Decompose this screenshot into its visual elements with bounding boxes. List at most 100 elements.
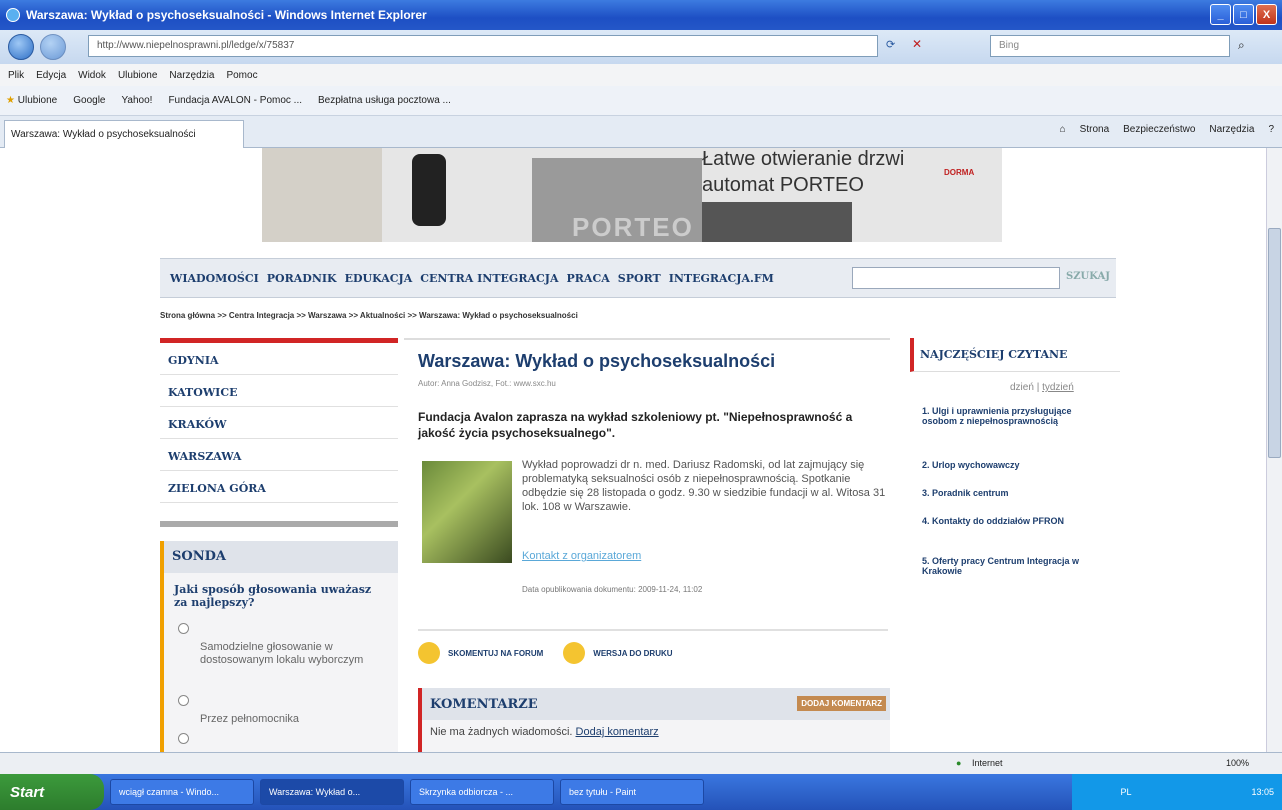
command-security[interactable]: Bezpieczeństwo xyxy=(1123,124,1195,135)
print-version-link[interactable]: WERSJA DO DRUKU xyxy=(593,649,672,658)
home-icon[interactable]: ⌂ xyxy=(1060,124,1066,135)
favorite-mail[interactable]: Bezpłatna usługa pocztowa ... xyxy=(318,95,451,106)
favorite-avalon[interactable]: Fundacja AVALON - Pomoc ... xyxy=(168,95,302,106)
popular-item-5[interactable]: 5. Oferty pracy Centrum Integracja w Kra… xyxy=(922,556,1102,576)
popular-box: NAJCZĘŚCIEJ CZYTANE xyxy=(910,338,1120,372)
city-menu-divider xyxy=(160,521,398,527)
print-icon xyxy=(563,642,586,664)
menu-view[interactable]: Widok xyxy=(78,70,106,81)
favorite-google[interactable]: Google xyxy=(73,95,105,106)
city-katowice[interactable]: KATOWICE xyxy=(160,375,398,407)
nav-praca[interactable]: PRACA xyxy=(565,272,612,285)
zone-label: Internet xyxy=(972,758,1003,768)
menu-tools[interactable]: Narzędzia xyxy=(169,70,214,81)
popular-title: NAJCZĘŚCIEJ CZYTANE xyxy=(910,338,1120,372)
tab-article[interactable]: Warszawa: Wykład o psychoseksualności xyxy=(4,120,244,148)
site-search-button[interactable]: SZUKAJ xyxy=(1066,271,1110,282)
command-tools[interactable]: Narzędzia xyxy=(1209,124,1254,135)
poll-option-2-label: Przez pełnomocnika xyxy=(200,713,300,725)
popular-item-1[interactable]: 1. Ulgi i uprawnienia przysługujące osob… xyxy=(922,406,1102,426)
back-button[interactable] xyxy=(8,34,34,60)
zoom-level[interactable]: 100% xyxy=(1226,758,1249,768)
favorites-button[interactable]: ★ Ulubione xyxy=(6,95,57,106)
no-comments-text: Nie ma żadnych wiadomości. Dodaj komenta… xyxy=(430,726,659,738)
popular-item-2[interactable]: 2. Urlop wychowawczy xyxy=(922,460,1102,470)
taskbar-item-1[interactable]: wciągł czamna - Windo... xyxy=(110,779,254,805)
breadcrumb[interactable]: Strona główna >> Centra Integracja >> Wa… xyxy=(160,311,578,320)
status-bar: ● Internet 100% xyxy=(0,752,1282,774)
city-zielona-gora[interactable]: ZIELONA GÓRA xyxy=(160,471,398,503)
nav-poradnik[interactable]: PORADNIK xyxy=(265,272,339,285)
banner-porteo-image: PORTEO xyxy=(532,158,702,242)
address-toolbar: http://www.niepelnosprawni.pl/ledge/x/75… xyxy=(0,30,1282,64)
article-lead: Fundacja Avalon zaprasza na wykład szkol… xyxy=(418,410,853,440)
article-photo xyxy=(422,461,512,563)
refresh-icon[interactable]: ⟳ xyxy=(886,38,895,51)
main-nav: WIADOMOŚCI PORADNIK EDUKACJA CENTRA INTE… xyxy=(160,258,1116,298)
favorite-yahoo[interactable]: Yahoo! xyxy=(121,95,152,106)
address-bar[interactable]: http://www.niepelnosprawni.pl/ledge/x/75… xyxy=(88,35,878,57)
poll-option-3-radio[interactable] xyxy=(178,733,189,744)
forward-button[interactable] xyxy=(40,34,66,60)
city-krakow[interactable]: KRAKÓW xyxy=(160,407,398,439)
vertical-scrollbar[interactable] xyxy=(1266,148,1282,752)
page-content: PORTEO Łatwe otwieranie drzwi automat PO… xyxy=(0,148,1266,752)
search-icon[interactable]: ⌕ xyxy=(1238,38,1245,53)
article-divider xyxy=(418,629,888,631)
article-actions: SKOMENTUJ NA FORUM WERSJA DO DRUKU xyxy=(418,642,673,664)
forum-icon xyxy=(418,642,440,664)
banner-remote-image xyxy=(412,154,446,226)
city-warszawa[interactable]: WARSZAWA xyxy=(160,439,398,471)
add-comment-button[interactable]: DODAJ KOMENTARZ xyxy=(797,696,886,711)
command-page[interactable]: Strona xyxy=(1080,124,1109,135)
maximize-button[interactable]: □ xyxy=(1233,4,1254,25)
poll-box: SONDA Jaki sposób głosowania uważasz za … xyxy=(160,541,398,752)
city-menu: GDYNIA KATOWICE KRAKÓW WARSZAWA ZIELONA … xyxy=(160,338,398,527)
taskbar-item-2[interactable]: Warszawa: Wykład o... xyxy=(260,779,404,805)
favorites-bar: ★ Ulubione Google Yahoo! Fundacja AVALON… xyxy=(0,86,1282,116)
ad-banner[interactable]: PORTEO Łatwe otwieranie drzwi automat PO… xyxy=(262,148,1002,242)
popular-periods: dzień | tydzień xyxy=(1010,382,1074,393)
poll-question: Jaki sposób głosowania uważasz za najlep… xyxy=(174,583,372,609)
language-indicator[interactable]: PL xyxy=(1120,787,1131,797)
start-button[interactable]: Start xyxy=(0,774,104,810)
help-icon[interactable]: ? xyxy=(1268,124,1274,135)
comment-forum-link[interactable]: SKOMENTUJ NA FORUM xyxy=(448,649,543,658)
globe-icon: ● xyxy=(956,758,962,768)
taskbar-item-3[interactable]: Skrzynka odbiorcza - ... xyxy=(410,779,554,805)
nav-centra[interactable]: CENTRA INTEGRACJA xyxy=(418,272,560,285)
menu-favorites[interactable]: Ulubione xyxy=(118,70,157,81)
poll-option-1-label: Samodzielne głosowanie w dostosowanym lo… xyxy=(200,641,364,666)
poll-option-1-radio[interactable] xyxy=(178,623,189,634)
nav-wiadomosci[interactable]: WIADOMOŚCI xyxy=(168,272,261,285)
menu-file[interactable]: Plik xyxy=(8,70,24,81)
menu-edit[interactable]: Edycja xyxy=(36,70,66,81)
nav-edukacja[interactable]: EDUKACJA xyxy=(343,272,415,285)
period-day[interactable]: dzień xyxy=(1010,382,1034,393)
taskbar-item-4[interactable]: bez tytułu - Paint xyxy=(560,779,704,805)
period-week[interactable]: tydzień xyxy=(1042,382,1074,393)
nav-sport[interactable]: SPORT xyxy=(616,272,663,285)
menu-help[interactable]: Pomoc xyxy=(226,70,257,81)
star-icon: ★ xyxy=(6,95,15,106)
close-button[interactable]: X xyxy=(1256,4,1277,25)
minimize-button[interactable]: _ xyxy=(1210,4,1231,25)
window-titlebar[interactable]: Warszawa: Wykład o psychoseksualności - … xyxy=(0,0,1282,30)
scrollbar-thumb[interactable] xyxy=(1268,228,1281,458)
nav-integracja-fm[interactable]: INTEGRACJA.FM xyxy=(667,272,776,285)
city-gdynia[interactable]: GDYNIA xyxy=(160,343,398,375)
add-comment-link[interactable]: Dodaj komentarz xyxy=(576,726,659,738)
banner-dark-panel xyxy=(702,202,852,242)
comments-box: KOMENTARZE DODAJ KOMENTARZ Nie ma żadnyc… xyxy=(418,688,890,752)
publish-date: Data opublikowania dokumentu: 2009-11-24… xyxy=(522,585,703,594)
poll-option-2-radio[interactable] xyxy=(178,695,189,706)
search-input[interactable]: Bing xyxy=(990,35,1230,57)
popular-item-3[interactable]: 3. Poradnik centrum xyxy=(922,488,1102,498)
contact-link[interactable]: Kontakt z organizatorem xyxy=(522,550,641,562)
site-search-input[interactable] xyxy=(852,267,1060,289)
article-top-rule xyxy=(404,338,890,340)
article-byline: Autor: Anna Godzisz, Fot.: www.sxc.hu xyxy=(418,379,556,388)
taskbar: Start wciągł czamna - Windo... Warszawa:… xyxy=(0,774,1282,810)
popular-item-4[interactable]: 4. Kontakty do oddziałów PFRON xyxy=(922,516,1102,526)
stop-icon[interactable]: ✕ xyxy=(912,37,922,51)
